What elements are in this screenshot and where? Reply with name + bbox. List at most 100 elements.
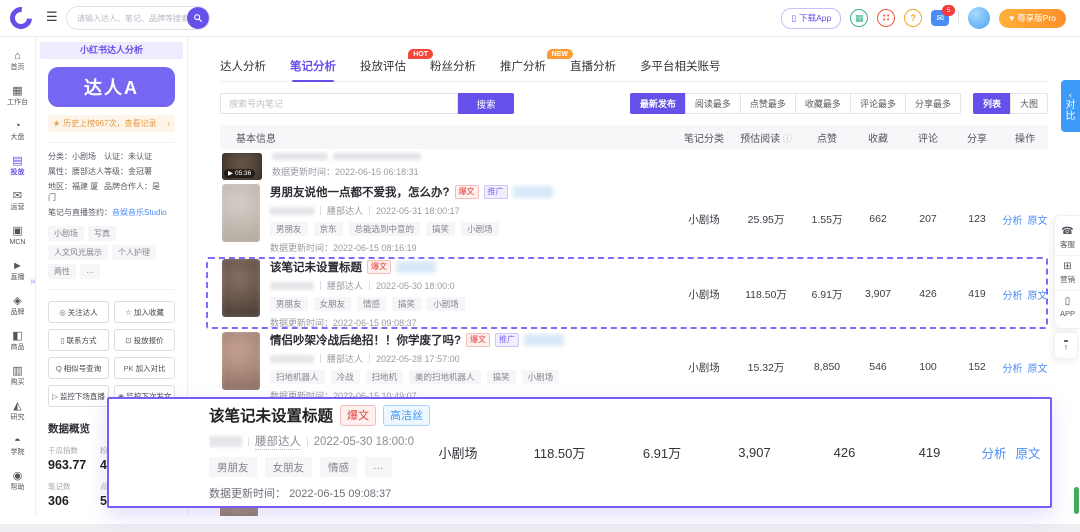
- talent-tag[interactable]: 小剧场: [48, 226, 84, 241]
- sort-latest[interactable]: 最新发布: [629, 93, 686, 114]
- nav-item-research[interactable]: ◭ 研究: [0, 394, 36, 427]
- talent-tag[interactable]: 两性: [48, 264, 76, 279]
- note-thumbnail[interactable]: [222, 332, 260, 390]
- video-thumbnail[interactable]: ▶ 05:36: [222, 152, 262, 180]
- note-title[interactable]: 男朋友说他一点都不爱我，怎么办?: [270, 184, 450, 200]
- tab-live-analysis[interactable]: 直播分析: [570, 58, 616, 74]
- note-thumbnail[interactable]: [222, 184, 260, 242]
- tab-multiplatform-accounts[interactable]: 多平台相关账号: [640, 58, 721, 74]
- customer-service-button[interactable]: ☎ 客服: [1055, 221, 1080, 255]
- marketing-button[interactable]: ⊞ 营销: [1055, 255, 1080, 290]
- notifications-button[interactable]: ✉ 5: [931, 5, 956, 26]
- analyze-link[interactable]: 分析: [1003, 287, 1023, 302]
- note-tag-more[interactable]: …: [365, 457, 392, 477]
- similar-account-button[interactable]: Q 相似号查询: [48, 357, 109, 379]
- note-tag[interactable]: 女朋友: [264, 457, 312, 477]
- help-circle-button[interactable]: ?: [904, 9, 923, 27]
- note-tag[interactable]: 男朋友: [270, 222, 308, 236]
- analyze-link[interactable]: 分析: [1003, 360, 1023, 375]
- nav-item-goods[interactable]: ◧ 商品: [0, 324, 36, 357]
- note-tag[interactable]: 男朋友: [270, 297, 308, 311]
- note-tag[interactable]: 扫地机: [365, 370, 404, 384]
- add-favorite-button[interactable]: ☆ 加入收藏: [114, 301, 175, 323]
- note-tag[interactable]: 情感: [320, 457, 357, 477]
- global-search-button[interactable]: [187, 7, 209, 29]
- note-tag[interactable]: 总能选到中意的: [348, 222, 421, 236]
- nav-item-operation[interactable]: ✉ 运营: [0, 184, 36, 217]
- talent-name-button[interactable]: 达人A: [48, 67, 175, 107]
- sort-most-shared[interactable]: 分享最多: [904, 93, 961, 114]
- original-link[interactable]: 原文: [1028, 212, 1048, 227]
- view-list[interactable]: 列表: [972, 93, 1011, 114]
- note-title[interactable]: 情侣吵架冷战后绝招！！你学废了吗?: [270, 332, 461, 348]
- analyze-link[interactable]: 分析: [981, 443, 1006, 462]
- user-avatar[interactable]: [968, 7, 991, 29]
- contact-button[interactable]: ▯ 联系方式: [48, 329, 109, 351]
- note-search-input[interactable]: [220, 93, 458, 114]
- store-icon-button[interactable]: ▦: [850, 9, 869, 27]
- note-tag[interactable]: 小剧场: [461, 222, 499, 236]
- pk-compare-button[interactable]: PK 加入对比: [114, 357, 175, 379]
- note-thumbnail[interactable]: [222, 259, 260, 317]
- analyze-link[interactable]: 分析: [1003, 212, 1023, 227]
- follow-talent-button[interactable]: ◎ 关注达人: [48, 301, 109, 323]
- history-ranking-banner[interactable]: ★ 历史上榜967次，查看记录 ›: [48, 115, 175, 132]
- note-tag[interactable]: 冷战: [330, 370, 360, 384]
- tab-note-analysis[interactable]: 笔记分析: [290, 58, 336, 82]
- talent-tag[interactable]: 写真: [88, 226, 116, 241]
- note-tag[interactable]: 搞笑: [486, 370, 516, 384]
- app-button[interactable]: ▯ APP: [1055, 290, 1080, 323]
- scrollbar-thumb[interactable]: [1074, 487, 1079, 514]
- original-link[interactable]: 原文: [1028, 360, 1048, 375]
- nav-item-delivery[interactable]: ▤ 投放: [0, 149, 36, 182]
- info-icon[interactable]: ⓘ: [783, 134, 792, 144]
- nav-item-purchase[interactable]: ▥ 购买: [0, 359, 36, 392]
- talent-tag-more[interactable]: …: [80, 264, 100, 279]
- compare-side-tab[interactable]: ‹ 对比: [1061, 80, 1080, 132]
- panel-expand-icon[interactable]: »: [30, 276, 36, 287]
- original-link[interactable]: 原文: [1016, 443, 1041, 462]
- sort-most-collected[interactable]: 收藏最多: [794, 93, 851, 114]
- note-tag[interactable]: 扫地机器人: [270, 370, 325, 384]
- note-thumbnail-large[interactable]: [118, 405, 204, 500]
- note-title[interactable]: 该笔记未设置标题: [209, 404, 333, 426]
- global-search-input[interactable]: [67, 13, 187, 23]
- nav-item-brand[interactable]: ◈ 品牌: [0, 289, 36, 322]
- talent-tag[interactable]: 个人护理: [112, 245, 156, 260]
- note-tag[interactable]: 小剧场: [521, 370, 560, 384]
- note-tag[interactable]: 情感: [357, 297, 387, 311]
- nav-item-workbench[interactable]: ▦ 工作台: [0, 79, 36, 112]
- note-tag[interactable]: 京东: [313, 222, 343, 236]
- sort-most-commented[interactable]: 评论最多: [849, 93, 906, 114]
- monitor-live-button[interactable]: ▷ 监控下场直播: [48, 385, 109, 407]
- nav-item-market[interactable]: ◔ 大盘: [0, 114, 36, 147]
- nav-item-academy[interactable]: ◓ 学院: [0, 429, 36, 462]
- apps-grid-button[interactable]: ∷: [877, 9, 896, 27]
- note-tag[interactable]: 女朋友: [313, 297, 352, 311]
- tab-fans-analysis[interactable]: 粉丝分析: [430, 58, 476, 74]
- original-link[interactable]: 原文: [1028, 287, 1048, 302]
- note-title[interactable]: 该笔记未设置标题: [270, 259, 362, 275]
- menu-icon[interactable]: ☰: [46, 9, 58, 25]
- note-tag[interactable]: 小剧场: [427, 297, 465, 311]
- download-app-button[interactable]: ▯ 下载App: [781, 7, 842, 29]
- nav-item-help[interactable]: ◉ 帮助: [0, 464, 36, 497]
- nav-item-home[interactable]: ⌂ 首页: [0, 44, 36, 77]
- nav-item-mcn[interactable]: ▣ MCN: [0, 219, 36, 252]
- tab-delivery-evaluation[interactable]: 投放评估 HOT: [360, 49, 433, 74]
- quote-button[interactable]: ⊡ 投放报价: [114, 329, 175, 351]
- note-tag[interactable]: 美的扫地机器人: [409, 370, 481, 384]
- sign-agency-link[interactable]: 音娱音乐Studio: [112, 208, 167, 217]
- note-tag[interactable]: 搞笑: [426, 222, 456, 236]
- back-to-top-button[interactable]: ↑: [1054, 332, 1078, 359]
- note-search-button[interactable]: 搜索: [458, 93, 514, 114]
- sort-most-read[interactable]: 阅读最多: [684, 93, 741, 114]
- note-tag[interactable]: 搞笑: [392, 297, 422, 311]
- note-tag[interactable]: 男朋友: [209, 457, 257, 477]
- tab-promotion-analysis[interactable]: 推广分析 NEW: [500, 49, 573, 74]
- tab-talent-analysis[interactable]: 达人分析: [220, 58, 266, 74]
- talent-tag[interactable]: 人文风光展示: [48, 245, 108, 260]
- view-grid[interactable]: 大图: [1009, 93, 1048, 114]
- sort-most-liked[interactable]: 点赞最多: [739, 93, 796, 114]
- pro-membership-button[interactable]: ♥ 尊享版Pro: [999, 8, 1066, 28]
